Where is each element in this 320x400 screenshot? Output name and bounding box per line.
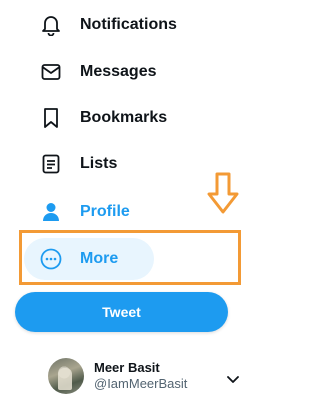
avatar (48, 358, 84, 394)
person-icon (40, 201, 62, 223)
nav-label-messages: Messages (80, 63, 157, 80)
nav-label-lists: Lists (80, 155, 118, 172)
account-handle: @IamMeerBasit (94, 376, 188, 391)
nav-label-notifications: Notifications (80, 16, 177, 33)
account-switcher[interactable]: Meer Basit @IamMeerBasit (48, 356, 248, 396)
list-icon (40, 153, 62, 175)
bookmark-icon (40, 107, 62, 129)
nav-label-bookmarks: Bookmarks (80, 109, 168, 126)
highlight-annotation-box (19, 230, 241, 285)
nav-item-messages[interactable]: Messages (40, 52, 157, 92)
bell-icon (40, 14, 62, 36)
nav-label-profile: Profile (80, 203, 130, 220)
down-arrow-annotation (206, 172, 240, 221)
nav-item-notifications[interactable]: Notifications (40, 5, 177, 45)
chevron-down-icon[interactable] (226, 372, 240, 390)
nav-item-bookmarks[interactable]: Bookmarks (40, 98, 167, 138)
account-name: Meer Basit (94, 360, 160, 375)
nav-item-lists[interactable]: Lists (40, 144, 117, 184)
envelope-icon (40, 61, 62, 83)
nav-item-profile[interactable]: Profile (40, 192, 130, 232)
tweet-button[interactable]: Tweet (15, 292, 228, 332)
